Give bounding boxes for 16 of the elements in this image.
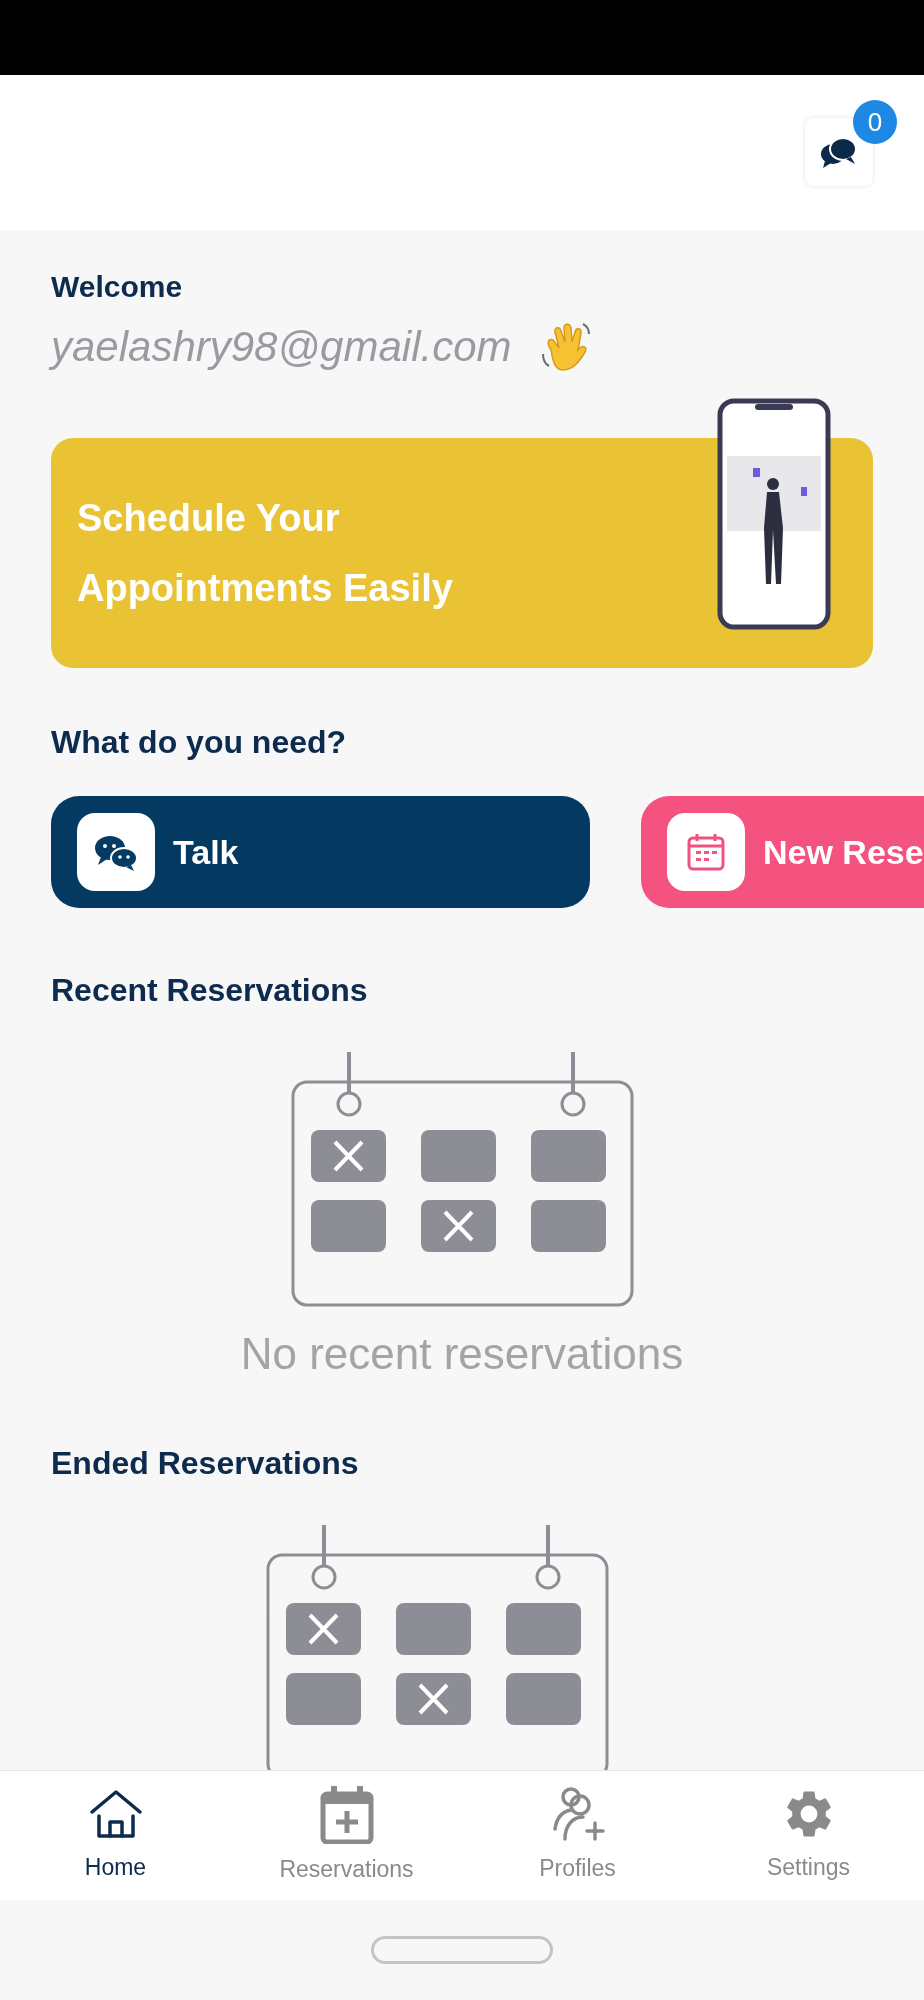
- section-heading: Recent Reservations: [51, 971, 369, 1010]
- nav-tab[interactable]: Settings: [693, 1771, 924, 1900]
- section-heading: What do you need?: [51, 723, 348, 762]
- banner-text: Schedule Your: [77, 496, 341, 541]
- action-button[interactable]: New Rese: [641, 796, 924, 908]
- welcome-title: Welcome: [51, 269, 184, 305]
- nav-tab[interactable]: Reservations: [231, 1771, 462, 1900]
- nav-tab[interactable]: Home: [0, 1771, 231, 1900]
- calendar-plus-icon: [318, 1784, 375, 1845]
- action-button[interactable]: Talk: [51, 796, 590, 908]
- banner-text: Appointments Easily: [77, 566, 454, 611]
- nav-tab[interactable]: Profiles: [462, 1771, 693, 1900]
- empty-state-text: No recent reservations: [239, 1328, 685, 1380]
- section-heading: Ended Reservations: [51, 1444, 360, 1483]
- calendar-icon: [686, 832, 726, 872]
- chat-count-badge: 0: [853, 100, 897, 144]
